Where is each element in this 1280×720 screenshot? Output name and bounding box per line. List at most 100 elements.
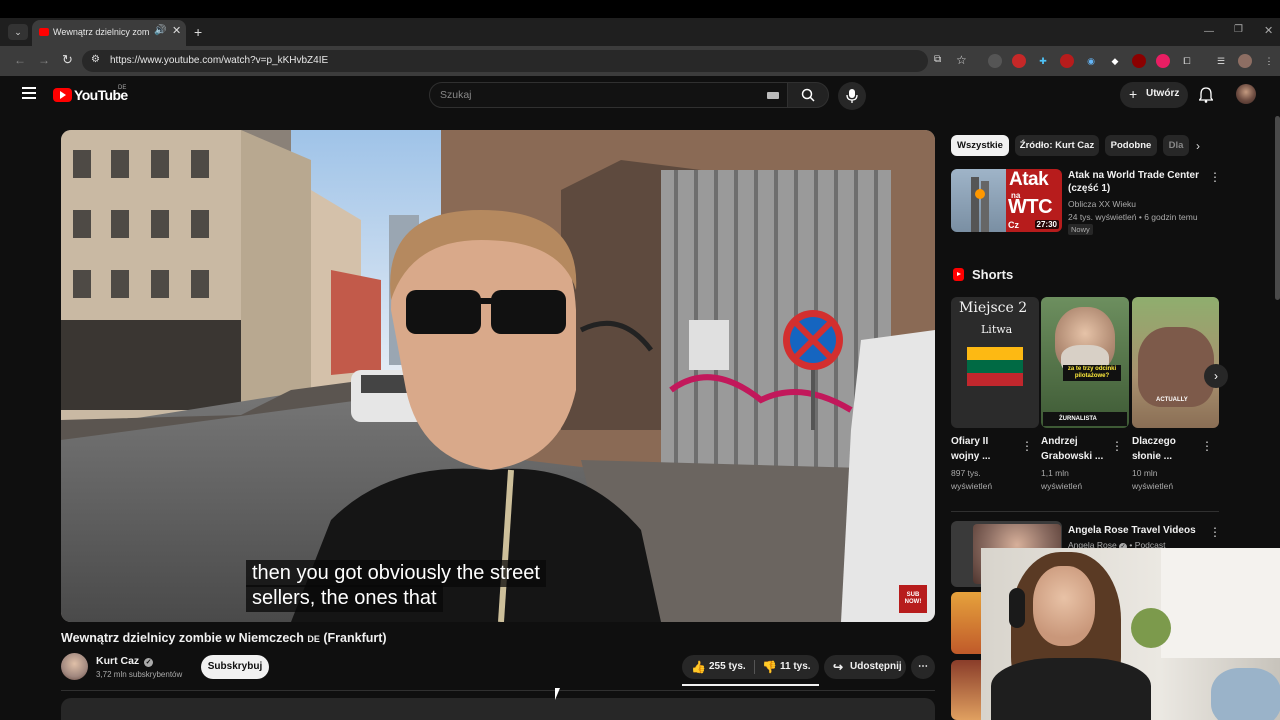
- channel-avatar[interactable]: [61, 653, 88, 680]
- browser-menu-icon[interactable]: ⋮: [1262, 54, 1276, 68]
- shorts-logo-icon: [953, 268, 964, 281]
- video-title-flag: DE: [307, 634, 320, 644]
- webcam-arm-image: [1211, 668, 1280, 720]
- short-2-title[interactable]: Andrzej Grabowski ...: [1041, 435, 1103, 463]
- chip-for-you[interactable]: Dla: [1163, 135, 1189, 156]
- active-tab[interactable]: Wewnątrz dzielnicy zombie w Niemczech 🔊 …: [32, 20, 186, 46]
- recommended-channel[interactable]: Oblicza XX Wieku: [1068, 199, 1136, 209]
- short-2-title-line2: Grabowski ...: [1041, 451, 1104, 462]
- create-button[interactable]: + Utwórz: [1120, 82, 1188, 108]
- omnibox[interactable]: ⚙ https://www.youtube.com/watch?v=p_kKHv…: [82, 50, 967, 72]
- short-2-thumb-text2: ŻURNALISTA: [1043, 412, 1127, 426]
- voice-search-button[interactable]: [838, 82, 866, 110]
- share-button[interactable]: ↪ Udostępnij: [824, 655, 906, 679]
- close-window-icon[interactable]: ✕: [1264, 24, 1273, 37]
- short-2-menu-icon[interactable]: ⋮: [1111, 439, 1123, 453]
- short-thumbnail-1[interactable]: Miejsce 2 Litwa: [951, 297, 1039, 428]
- page-scrollbar[interactable]: [1275, 116, 1280, 300]
- next-recommended-thumbnail[interactable]: [951, 592, 981, 654]
- headphones-icon: [1009, 588, 1025, 628]
- chips-next-icon[interactable]: ›: [1196, 139, 1200, 153]
- recommended-stats: 24 tys. wyświetleń • 6 godzin temu: [1068, 212, 1198, 222]
- video-player[interactable]: SUB NOW! then you got obviously the stre…: [61, 130, 935, 622]
- close-tab-icon[interactable]: ✕: [172, 24, 181, 37]
- more-actions-button[interactable]: ⋯: [911, 655, 935, 679]
- podcast-menu-icon[interactable]: ⋮: [1209, 525, 1221, 539]
- chip-source[interactable]: Źródło: Kurt Caz: [1015, 135, 1099, 156]
- subscribe-button[interactable]: Subskrybuj: [201, 655, 269, 679]
- reading-list-icon[interactable]: ☰: [1214, 54, 1228, 68]
- extension-icon-5[interactable]: ◉: [1084, 54, 1098, 68]
- reload-icon[interactable]: ↻: [62, 52, 73, 68]
- next-recommended-thumbnail-2[interactable]: [951, 660, 981, 720]
- short-1-menu-icon[interactable]: ⋮: [1021, 439, 1033, 453]
- minimize-icon[interactable]: —: [1204, 26, 1214, 37]
- puzzle-icon[interactable]: ⧠: [1180, 54, 1194, 68]
- short-thumbnail-3[interactable]: ACTUALLY: [1132, 297, 1219, 428]
- chevron-right-icon: ›: [1214, 369, 1218, 383]
- site-info-icon[interactable]: ⚙: [91, 54, 100, 65]
- short-1-views-line2: wyświetleń: [951, 481, 993, 491]
- extension-icon-6[interactable]: ◆: [1108, 54, 1122, 68]
- tab-title: Wewnątrz dzielnicy zombie w Niemczech: [53, 27, 149, 37]
- profile-avatar-icon[interactable]: [1238, 54, 1252, 68]
- video-duration: 27:30: [1034, 220, 1059, 229]
- recommended-title[interactable]: Atak na World Trade Center (część 1): [1068, 169, 1203, 195]
- webcam-overlay: [981, 548, 1280, 720]
- short-2-thumb-text1: za te trzy odcinki pilotażowe?: [1063, 365, 1121, 381]
- subscriber-count: 3,72 mln subskrybentów: [96, 670, 183, 679]
- youtube-logo[interactable]: YouTube DE: [53, 85, 133, 105]
- short-1-thumb-text1: Miejsce 2: [959, 300, 1028, 316]
- share-label: Udostępnij: [850, 661, 902, 672]
- account-avatar[interactable]: [1236, 84, 1256, 104]
- elephant-image: [1138, 327, 1214, 407]
- channel-name-text: Kurt Caz: [96, 655, 140, 667]
- short-3-title[interactable]: Dlaczego słonie ...: [1132, 435, 1176, 463]
- shorts-next-button[interactable]: ›: [1204, 364, 1228, 388]
- forward-icon[interactable]: →: [38, 53, 50, 67]
- extension-icon-2[interactable]: [1012, 54, 1026, 68]
- extension-icon-1[interactable]: [988, 54, 1002, 68]
- short-3-menu-icon[interactable]: ⋮: [1201, 439, 1213, 453]
- chip-all[interactable]: Wszystkie: [951, 135, 1009, 156]
- recommended-menu-icon[interactable]: ⋮: [1209, 170, 1221, 184]
- extension-icon-7[interactable]: [1132, 54, 1146, 68]
- thumbs-up-icon: 👍: [691, 660, 706, 674]
- extension-icon-4[interactable]: [1060, 54, 1074, 68]
- notifications-bell-icon[interactable]: [1199, 87, 1213, 103]
- thumb-text-wtc: WTC: [1008, 196, 1053, 218]
- lithuania-flag-image: [967, 347, 1023, 386]
- dislike-button[interactable]: 👎 11 tys.: [755, 655, 819, 679]
- short-thumbnail-2[interactable]: za te trzy odcinki pilotażowe? ŻURNALIST…: [1041, 297, 1129, 428]
- restore-icon[interactable]: ❐: [1234, 24, 1243, 35]
- short-2-views: 1,1 mln wyświetleń: [1041, 467, 1082, 493]
- recommended-thumbnail[interactable]: Atak na WTC Cz 27:30: [951, 169, 1062, 232]
- youtube-play-icon: [53, 88, 72, 102]
- keyboard-icon[interactable]: [767, 92, 779, 99]
- tab-search-button[interactable]: ⌄: [8, 24, 28, 40]
- short-1-views-line1: 897 tys.: [951, 468, 981, 478]
- search-button[interactable]: [787, 82, 829, 108]
- browser-tab-bar: ⌄ Wewnątrz dzielnicy zombie w Niemczech …: [0, 0, 1280, 46]
- short-1-title[interactable]: Ofiary II wojny ...: [951, 435, 990, 463]
- chip-similar[interactable]: Podobne: [1105, 135, 1157, 156]
- create-label: Utwórz: [1146, 88, 1180, 99]
- extension-icon-3[interactable]: ✚: [1036, 54, 1050, 68]
- install-app-icon[interactable]: ⧉: [934, 54, 941, 65]
- speaker-icon[interactable]: 🔊: [154, 25, 166, 36]
- like-button[interactable]: 👍 255 tys.: [682, 655, 754, 679]
- channel-name[interactable]: Kurt Caz ✓: [96, 655, 154, 667]
- podcast-title[interactable]: Angela Rose Travel Videos: [1068, 524, 1196, 537]
- extension-icon-8[interactable]: [1156, 54, 1170, 68]
- hamburger-menu-icon[interactable]: [22, 87, 36, 99]
- description-box[interactable]: [61, 698, 935, 720]
- plus-icon: +: [1129, 86, 1138, 102]
- bookmark-star-icon[interactable]: ☆: [956, 53, 967, 67]
- thumb-text-cz: Cz: [1008, 220, 1019, 230]
- search-input[interactable]: Szukaj: [429, 82, 788, 108]
- back-icon[interactable]: ←: [14, 53, 26, 67]
- new-tab-button[interactable]: +: [194, 24, 202, 40]
- more-horizontal-icon: ⋯: [918, 661, 928, 672]
- shorts-header: Shorts: [972, 267, 1014, 282]
- short-2-title-line1: Andrzej: [1041, 436, 1078, 447]
